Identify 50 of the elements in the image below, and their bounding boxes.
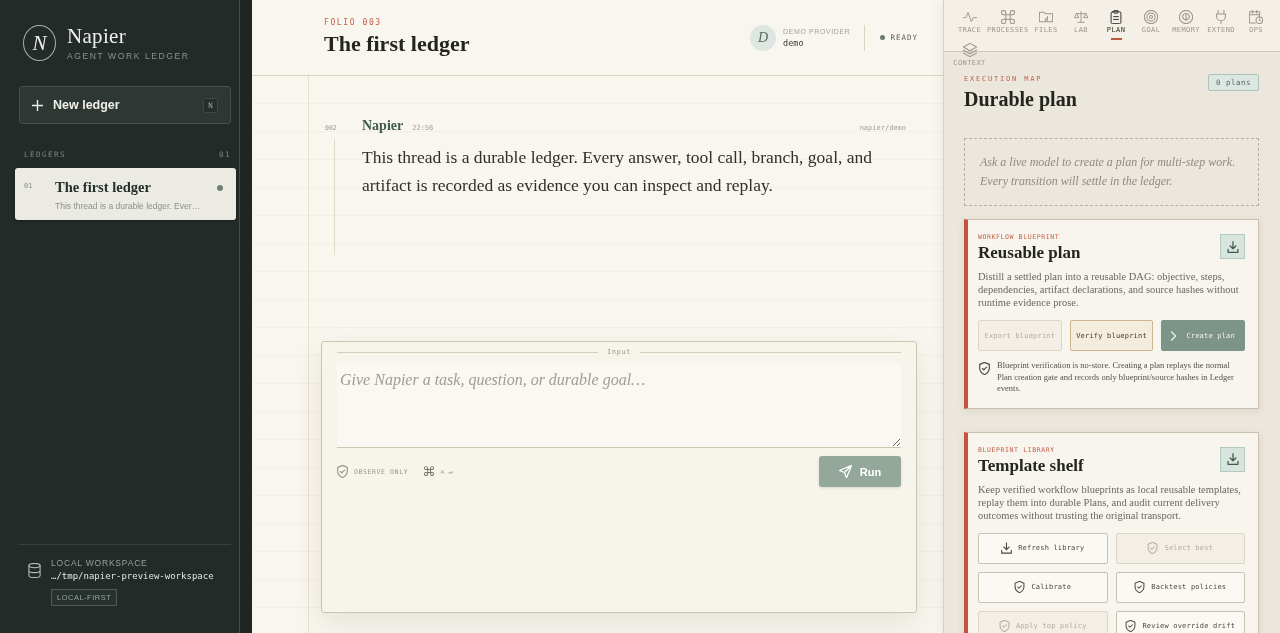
ledger-preview: This thread is a durable ledger. Ever… <box>55 201 202 211</box>
scale-icon <box>1074 10 1089 24</box>
download-button[interactable] <box>1220 234 1245 259</box>
card-description: Keep verified workflow blueprints as local reusable templates, replay them into durable Plans, and audit current delivery outcomes without trusting the original transport. <box>978 482 1242 522</box>
card-title: Template shelf <box>978 455 1084 476</box>
task-input[interactable]: Give Napier a task, question, or durable goal… <box>337 363 901 448</box>
provider-name: demo <box>783 38 805 48</box>
shield-check-icon <box>1014 581 1026 593</box>
shield-check-icon <box>1147 542 1159 554</box>
message-author: Napier <box>362 118 404 134</box>
card-description: Distill a settled plan into a reusable DAG: objective, steps, dependencies, artifact declarations, and source hashes without runtime evidence prose. <box>978 270 1240 309</box>
send-icon <box>838 465 852 478</box>
pulse-icon <box>962 10 977 24</box>
folder-icon <box>1039 10 1054 24</box>
shield-check-icon <box>998 620 1010 632</box>
plus-icon <box>32 99 43 111</box>
status-dot-icon <box>217 184 223 191</box>
shield-check-icon <box>979 362 990 375</box>
message-text: This thread is a durable ledger. Every answer, tool call, branch, goal, and artifact is recorded as evidence you can inspect and replay. <box>362 146 874 197</box>
download-icon <box>1001 542 1013 554</box>
download-icon <box>1226 453 1239 465</box>
workspace-path: …/tmp/napier-preview-workspace <box>51 570 214 583</box>
download-button[interactable] <box>1220 446 1245 472</box>
folio-label: FOLIO 003 <box>324 18 383 28</box>
panel-title: Durable plan <box>964 87 1077 111</box>
database-icon <box>28 563 41 578</box>
workspace-label: LOCAL WORKSPACE <box>51 558 149 568</box>
ledger-title: The first ledger <box>55 179 152 196</box>
shield-check-icon <box>1125 620 1137 632</box>
card-note: Blueprint verification is no-store. Creating a plan replays the normal Plan creation gate and records only blueprint/source hashes in Ledger events. <box>997 360 1235 395</box>
brain-icon <box>1179 10 1194 24</box>
run-button[interactable]: Run <box>819 456 901 487</box>
provider-avatar: D <box>750 24 777 51</box>
ledger-title-heading: The first ledger <box>324 31 470 57</box>
calendar-clock-icon <box>1249 10 1264 24</box>
shield-check-icon <box>337 465 348 478</box>
command-key: ⌘ <box>422 464 436 479</box>
shield-check-icon <box>1134 581 1146 593</box>
app-name: Napier <box>67 25 127 47</box>
download-icon <box>1226 240 1239 253</box>
clipboard-icon <box>1109 10 1124 24</box>
chevron-right-icon <box>1171 330 1177 341</box>
status-dot-icon <box>880 35 886 40</box>
plug-icon <box>1214 10 1229 24</box>
card-title: Reusable plan <box>978 243 1081 263</box>
command-icon <box>1000 10 1015 24</box>
layers-icon <box>962 43 977 57</box>
target-icon <box>1144 10 1159 24</box>
empty-state-note: Ask a live model to create a plan for multi-step work. Every transition will settle in the ledger. <box>964 138 1259 206</box>
app-tagline: AGENT WORK LEDGER <box>67 51 190 61</box>
